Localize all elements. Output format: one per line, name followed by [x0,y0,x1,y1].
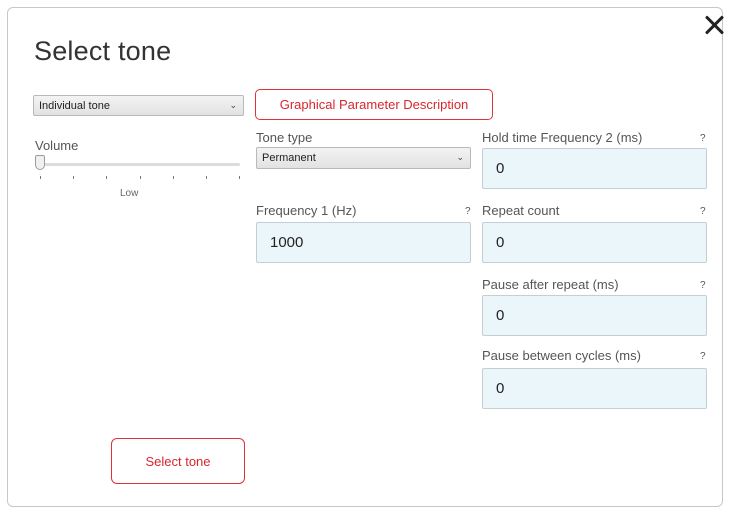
tone-type-label: Tone type [256,130,313,145]
hold-time-frequency2-input[interactable]: 0 [482,148,707,189]
volume-tick [173,176,174,179]
select-tone-button-label: Select tone [145,453,211,469]
frequency1-label: Frequency 1 (Hz) [256,203,357,218]
graphical-parameter-description-label: Graphical Parameter Description [279,97,469,112]
tone-type-value: Permanent [262,152,316,164]
hold-time-frequency2-label: Hold time Frequency 2 (ms) [482,130,643,145]
pause-between-cycles-label: Pause between cycles (ms) [482,348,641,363]
volume-tick [40,176,41,179]
chevron-down-icon: ⌄ [229,100,237,110]
volume-tick [239,176,240,179]
tone-select[interactable]: Individual tone ⌄ [33,95,244,116]
chevron-down-icon: ⌄ [456,152,464,162]
hold-time-frequency2-help-icon[interactable]: ? [700,133,706,144]
volume-slider-thumb[interactable] [35,155,45,170]
volume-tick [140,176,141,179]
frequency1-input[interactable]: 1000 [256,222,471,263]
repeat-count-input[interactable]: 0 [482,222,707,263]
graphical-parameter-description-button[interactable]: Graphical Parameter Description [255,89,493,120]
frequency1-help-icon[interactable]: ? [465,206,471,217]
pause-after-repeat-input[interactable]: 0 [482,295,707,336]
volume-slider-track[interactable] [41,163,240,166]
volume-tick [73,176,74,179]
tone-select-value: Individual tone [39,100,110,112]
pause-between-cycles-input[interactable]: 0 [482,368,707,409]
volume-tick [206,176,207,179]
repeat-count-label: Repeat count [482,203,560,218]
repeat-count-help-icon[interactable]: ? [700,206,706,217]
close-icon[interactable] [703,14,725,36]
volume-tick [106,176,107,179]
pause-between-cycles-help-icon[interactable]: ? [700,351,706,362]
volume-label: Volume [35,138,79,153]
dialog-title: Select tone [34,36,172,66]
volume-level-label: Low [120,188,139,199]
pause-after-repeat-label: Pause after repeat (ms) [482,277,619,292]
tone-type-select[interactable]: Permanent ⌄ [256,147,471,169]
pause-after-repeat-help-icon[interactable]: ? [700,280,706,291]
select-tone-button[interactable]: Select tone [111,438,245,484]
